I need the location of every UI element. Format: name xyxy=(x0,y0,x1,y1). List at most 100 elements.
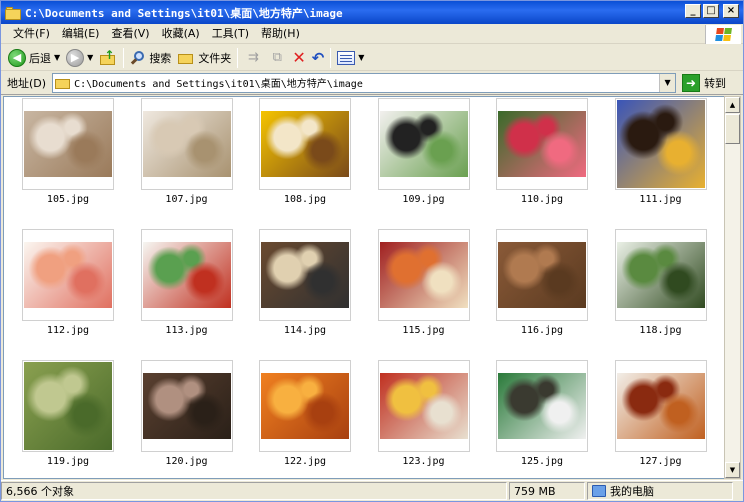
undo-icon: ↶ xyxy=(311,48,325,67)
thumbnail-filename: 107.jpg xyxy=(165,194,208,205)
back-label: 后退 xyxy=(29,51,51,65)
thumbnail-image xyxy=(498,242,586,308)
delete-icon: ✕ xyxy=(292,47,306,67)
move-to-icon: ⇉ xyxy=(247,49,259,65)
thumbnail-frame xyxy=(22,229,114,321)
search-icon xyxy=(130,50,146,66)
forward-dropdown-icon[interactable]: ▼ xyxy=(87,53,93,62)
thumbnail-filename: 114.jpg xyxy=(283,325,327,336)
thumbnail-frame xyxy=(496,360,588,452)
back-dropdown-icon[interactable]: ▼ xyxy=(54,53,60,62)
status-zone-label: 我的电脑 xyxy=(610,485,654,498)
thumbnail-frame xyxy=(377,229,470,321)
status-object-count: 6,566 个对象 xyxy=(1,482,507,500)
back-button[interactable]: ◀ 后退 ▼ xyxy=(5,47,63,69)
thumbnail-image xyxy=(616,373,705,439)
thumbnail-filename: 123.jpg xyxy=(402,456,445,467)
thumbnail-frame xyxy=(259,360,351,452)
thumbnail-filename: 122.jpg xyxy=(283,456,327,467)
folders-button[interactable]: 文件夹 xyxy=(174,47,234,69)
folder-up-icon: ↑ xyxy=(99,49,117,66)
move-to-button[interactable]: ⇉ xyxy=(241,47,265,69)
views-dropdown-icon[interactable]: ▼ xyxy=(358,53,364,62)
address-dropdown-icon[interactable]: ▼ xyxy=(659,73,676,92)
thumbnail-filename: 118.jpg xyxy=(639,325,682,336)
window-title: C:\Documents and Settings\it01\桌面\地方特产\i… xyxy=(25,6,343,20)
maximize-button[interactable]: □ xyxy=(703,4,719,18)
thumbnail-grid: 105.jpg 107.jpg 108.jpg 109.jpg 110.jpg 111.j… xyxy=(4,97,724,478)
folders-icon xyxy=(177,50,195,66)
file-view[interactable]: 105.jpg 107.jpg 108.jpg 109.jpg 110.jpg 111.j… xyxy=(3,96,725,479)
forward-arrow-icon: ▶ xyxy=(66,48,85,67)
thumbnail-image xyxy=(142,111,231,177)
status-zone: 我的电脑 xyxy=(587,482,733,500)
folders-label: 文件夹 xyxy=(198,51,232,65)
address-label: 地址(D) xyxy=(7,76,47,90)
go-arrow-icon: ➜ xyxy=(682,73,701,92)
vertical-scrollbar[interactable]: ▲ ▼ xyxy=(724,96,741,479)
go-label: 转到 xyxy=(704,76,727,90)
thumbnail-frame xyxy=(614,98,707,190)
thumbnail-filename: 105.jpg xyxy=(46,194,90,205)
thumbnail-frame xyxy=(22,98,114,190)
copy-to-icon: ⧉ xyxy=(272,49,282,65)
copy-to-button[interactable]: ⧉ xyxy=(265,47,289,69)
thumbnail-filename: 115.jpg xyxy=(402,325,445,336)
window-controls: _ □ × xyxy=(685,4,739,18)
delete-button[interactable]: ✕ xyxy=(289,47,308,69)
thumbnail-image xyxy=(24,111,112,177)
menu-favorites[interactable]: 收藏(A) xyxy=(156,25,206,43)
thumbnail-filename: 111.jpg xyxy=(639,194,682,205)
scroll-up-button[interactable]: ▲ xyxy=(725,97,740,113)
thumbnail-image xyxy=(24,362,112,450)
thumbnail-filename: 119.jpg xyxy=(46,456,90,467)
title-bar[interactable]: C:\Documents and Settings\it01\桌面\地方特产\i… xyxy=(1,1,743,24)
thumbnail-frame xyxy=(22,360,114,452)
menu-bar: 文件(F) 编辑(E) 查看(V) 收藏(A) 工具(T) 帮助(H) xyxy=(1,24,743,44)
thumbnail-image xyxy=(261,242,349,308)
thumbnail-image xyxy=(379,373,468,439)
thumbnail-filename: 109.jpg xyxy=(402,194,445,205)
back-arrow-icon: ◀ xyxy=(8,48,26,67)
windows-flag-icon xyxy=(714,27,733,42)
menu-view[interactable]: 查看(V) xyxy=(105,25,155,43)
scroll-down-button[interactable]: ▼ xyxy=(725,462,740,478)
thumbnail-frame xyxy=(259,98,351,190)
scroll-thumb[interactable] xyxy=(725,114,740,144)
thumbnail-image xyxy=(261,373,349,439)
folder-icon xyxy=(55,77,71,89)
thumbnail-filename: 116.jpg xyxy=(520,325,564,336)
undo-button[interactable]: ↶ xyxy=(309,47,328,69)
thumbnail-image xyxy=(24,242,112,308)
forward-button[interactable]: ▶ ▼ xyxy=(63,47,96,69)
thumbnail-image xyxy=(261,111,349,177)
thumbnail-frame xyxy=(614,229,707,321)
close-button[interactable]: × xyxy=(723,4,739,18)
search-button[interactable]: 搜索 xyxy=(127,47,174,69)
views-button[interactable]: ▼ xyxy=(334,47,367,69)
go-button[interactable]: ➜ 转到 xyxy=(682,73,727,92)
thumbnail-frame xyxy=(140,229,233,321)
thumbnail-frame xyxy=(140,360,233,452)
status-size: 759 MB xyxy=(509,482,585,500)
thumbnail-frame xyxy=(496,229,588,321)
views-icon xyxy=(337,50,356,65)
thumbnail-filename: 112.jpg xyxy=(46,325,90,336)
up-button[interactable]: ↑ xyxy=(96,47,120,69)
menu-tools[interactable]: 工具(T) xyxy=(206,25,255,43)
toolbar-separator xyxy=(330,47,332,68)
menu-help[interactable]: 帮助(H) xyxy=(255,25,306,43)
thumbnail-image xyxy=(616,100,705,188)
minimize-button[interactable]: _ xyxy=(685,4,701,18)
menu-edit[interactable]: 编辑(E) xyxy=(56,25,106,43)
explorer-window: C:\Documents and Settings\it01\桌面\地方特产\i… xyxy=(0,0,744,502)
thumbnail-filename: 125.jpg xyxy=(520,456,564,467)
thumbnail-frame xyxy=(377,360,470,452)
address-value[interactable]: C:\Documents and Settings\it01\桌面\地方特产\i… xyxy=(74,75,363,90)
thumbnail-image xyxy=(142,373,231,439)
thumbnail-filename: 127.jpg xyxy=(639,456,682,467)
menu-file[interactable]: 文件(F) xyxy=(7,25,56,43)
thumbnail-image xyxy=(379,111,468,177)
search-label: 搜索 xyxy=(149,51,172,65)
address-input[interactable]: C:\Documents and Settings\it01\桌面\地方特产\i… xyxy=(52,72,677,93)
